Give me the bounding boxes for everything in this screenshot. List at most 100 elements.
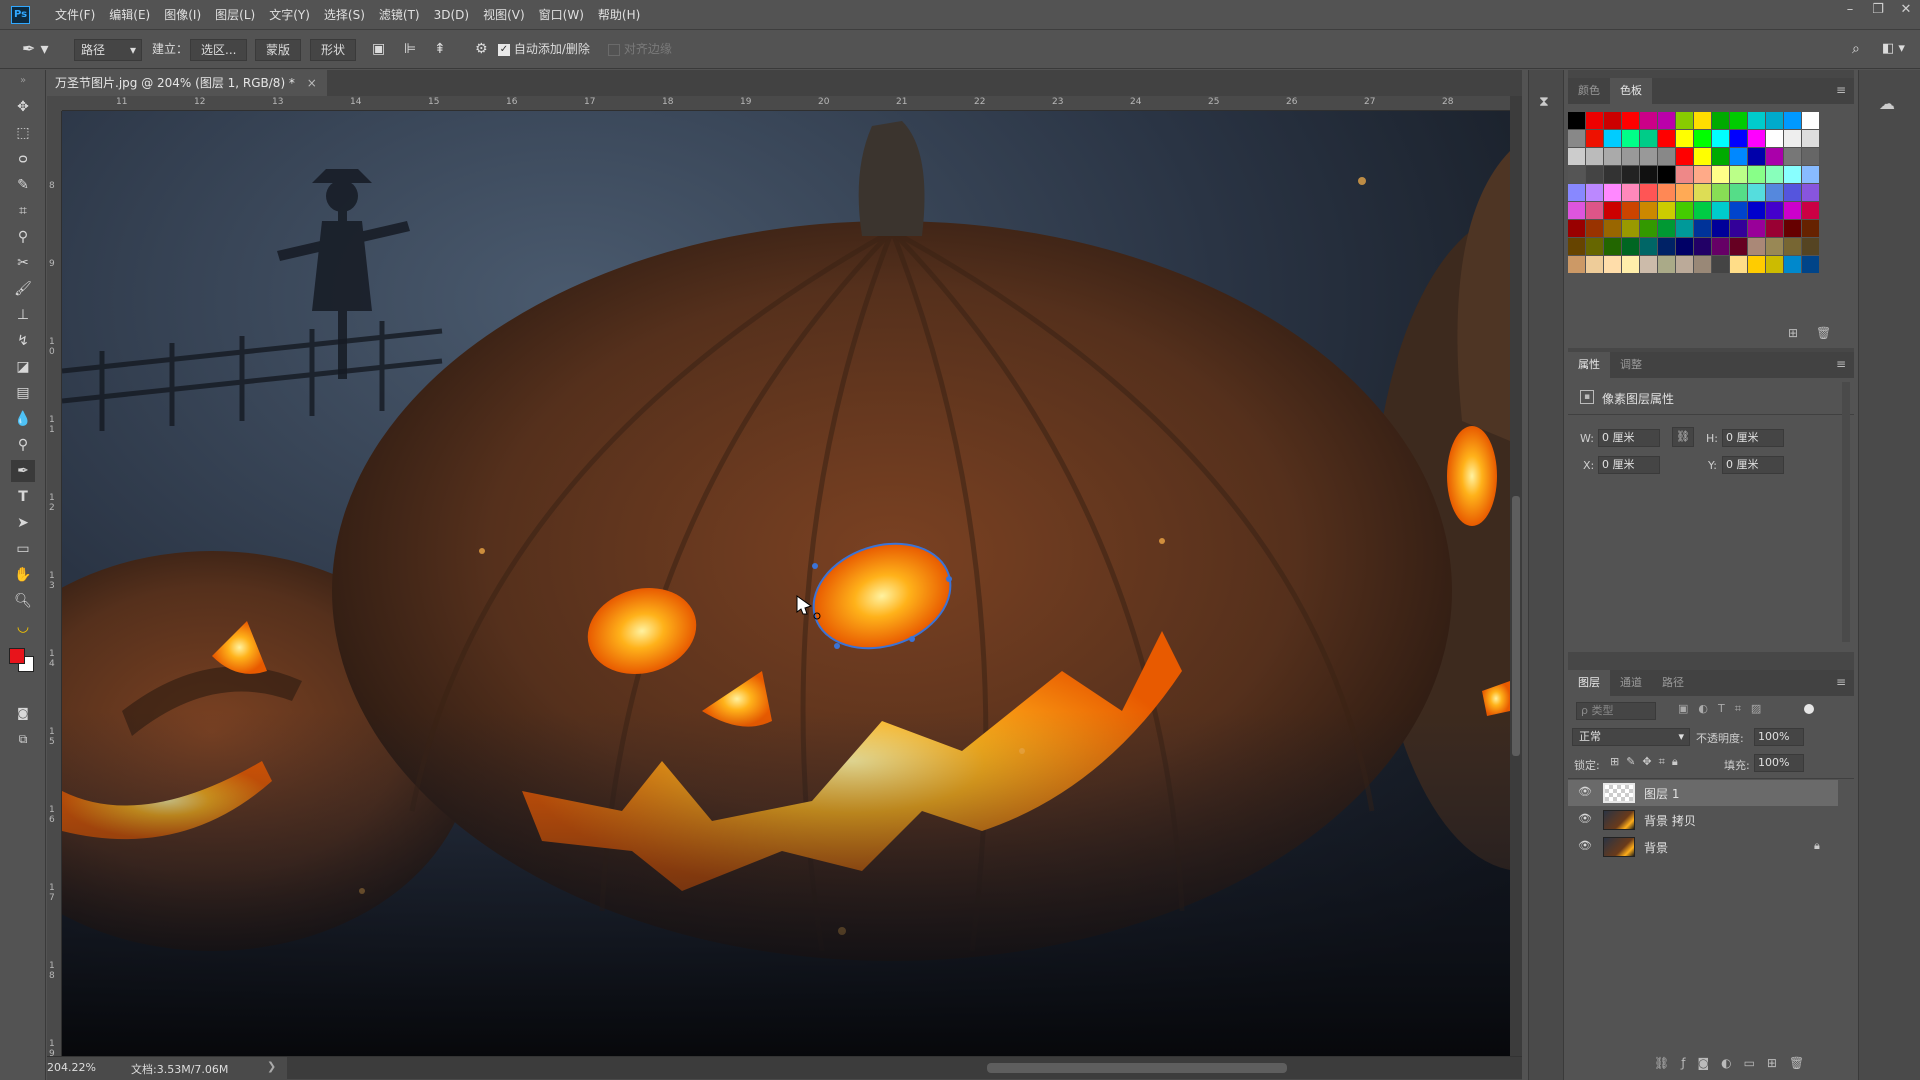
color-swatch[interactable]	[1640, 202, 1657, 219]
search-icon[interactable]: ⌕	[1852, 39, 1860, 61]
color-swatch[interactable]	[1586, 166, 1603, 183]
eyedropper-tool-icon[interactable]: ⚲	[11, 226, 35, 248]
color-swatch[interactable]	[1658, 112, 1675, 129]
color-swatch[interactable]	[1802, 166, 1819, 183]
layer-filter-select[interactable]: ρ 类型	[1576, 702, 1656, 720]
menu-type[interactable]: 文字(Y)	[262, 0, 317, 30]
color-swatch[interactable]	[1730, 220, 1747, 237]
collapse-toolbox-icon[interactable]: »	[11, 70, 35, 92]
close-window-icon[interactable]: ✕	[1892, 0, 1920, 22]
path-arrangement-icon[interactable]: ⇞	[434, 39, 446, 61]
color-swatch[interactable]	[1748, 238, 1765, 255]
menu-help[interactable]: 帮助(H)	[591, 0, 647, 30]
quick-selection-tool-icon[interactable]: ✎	[11, 174, 35, 196]
restore-icon[interactable]: ❐	[1864, 0, 1892, 22]
color-swatch[interactable]	[1676, 256, 1693, 273]
color-swatch[interactable]	[1748, 148, 1765, 165]
color-swatch[interactable]	[1640, 112, 1657, 129]
tab-swatches[interactable]: 色板	[1610, 78, 1652, 104]
color-swatch[interactable]	[1802, 130, 1819, 147]
color-swatch[interactable]	[1712, 238, 1729, 255]
horizontal-scrollbar[interactable]	[287, 1057, 1522, 1079]
color-swatch[interactable]	[1694, 202, 1711, 219]
layer-row-layer1[interactable]: 👁︎ 图层 1	[1568, 780, 1838, 806]
color-swatch[interactable]	[1694, 166, 1711, 183]
layer-filter-icons[interactable]: ▣◐T⌗▨	[1678, 702, 1771, 716]
canvas[interactable]	[62, 111, 1510, 1056]
layers-footer-icons[interactable]: ⛓ƒ◙◐▭⊞🗑︎	[1654, 1056, 1816, 1070]
color-swatch[interactable]	[1694, 238, 1711, 255]
color-swatch[interactable]	[1658, 166, 1675, 183]
zoom-level[interactable]: 204.22%	[47, 1061, 96, 1074]
new-swatch-icon[interactable]: ⊞	[1788, 326, 1798, 340]
gradient-tool-icon[interactable]: ▤	[11, 382, 35, 404]
color-swatch[interactable]	[1568, 202, 1585, 219]
menu-image[interactable]: 图像(I)	[157, 0, 208, 30]
color-swatch[interactable]	[1568, 148, 1585, 165]
color-swatch[interactable]	[1676, 220, 1693, 237]
menu-view[interactable]: 视图(V)	[476, 0, 532, 30]
color-swatch[interactable]	[1784, 112, 1801, 129]
tab-paths[interactable]: 路径	[1652, 670, 1694, 696]
color-swatch[interactable]	[1586, 184, 1603, 201]
auto-add-delete-checkbox[interactable]: ✓ 自动添加/删除	[498, 39, 590, 61]
layer-row-background[interactable]: 👁︎ 背景 🔒︎	[1568, 834, 1838, 860]
screen-mode-icon[interactable]: ⧉	[11, 728, 35, 750]
color-swatch[interactable]	[1694, 220, 1711, 237]
color-swatch[interactable]	[1658, 184, 1675, 201]
delete-swatch-icon[interactable]: 🗑︎	[1816, 326, 1831, 340]
color-swatch[interactable]	[1730, 166, 1747, 183]
panel-menu-icon[interactable]: ≡	[1836, 357, 1846, 371]
color-swatch[interactable]	[1658, 148, 1675, 165]
color-swatch[interactable]	[1802, 202, 1819, 219]
vertical-scroll-thumb[interactable]	[1512, 496, 1520, 756]
color-swatch[interactable]	[1748, 256, 1765, 273]
link-icon[interactable]: ⛓	[1672, 427, 1694, 447]
y-field[interactable]: 0 厘米	[1722, 456, 1784, 474]
color-swatch[interactable]	[1640, 238, 1657, 255]
color-swatch[interactable]	[1802, 220, 1819, 237]
color-swatch[interactable]	[1604, 238, 1621, 255]
color-swatch[interactable]	[1766, 112, 1783, 129]
tab-layers[interactable]: 图层	[1568, 670, 1610, 696]
color-swatch[interactable]	[1784, 184, 1801, 201]
banana-icon[interactable]: ◡	[11, 616, 35, 638]
creative-cloud-icon[interactable]: ☁	[1879, 94, 1895, 113]
ruler-origin[interactable]	[47, 96, 62, 111]
vertical-scrollbar[interactable]	[1510, 96, 1522, 1056]
color-swatch[interactable]	[1766, 256, 1783, 273]
color-swatch[interactable]	[1640, 256, 1657, 273]
color-swatch[interactable]	[1568, 238, 1585, 255]
color-swatch[interactable]	[1730, 202, 1747, 219]
color-swatch[interactable]	[1802, 112, 1819, 129]
menu-window[interactable]: 窗口(W)	[532, 0, 591, 30]
color-swatch[interactable]	[1802, 238, 1819, 255]
menu-filter[interactable]: 滤镜(T)	[372, 0, 427, 30]
color-swatch[interactable]	[1604, 112, 1621, 129]
tab-channels[interactable]: 通道	[1610, 670, 1652, 696]
color-swatch[interactable]	[1586, 130, 1603, 147]
color-swatch[interactable]	[1604, 184, 1621, 201]
status-menu-arrow-icon[interactable]: ❯	[267, 1060, 276, 1073]
color-swatch[interactable]	[1730, 148, 1747, 165]
color-swatch[interactable]	[1640, 184, 1657, 201]
color-swatch[interactable]	[1586, 148, 1603, 165]
color-swatch[interactable]	[1568, 256, 1585, 273]
color-swatch[interactable]	[1640, 148, 1657, 165]
vertical-ruler[interactable]: 891 01 11 21 31 41 51 61 71 81 9	[47, 111, 62, 1059]
marquee-tool-icon[interactable]: ⬚	[11, 122, 35, 144]
menu-layer[interactable]: 图层(L)	[208, 0, 262, 30]
color-swatch[interactable]	[1586, 220, 1603, 237]
color-swatch[interactable]	[1730, 130, 1747, 147]
color-swatch[interactable]	[1766, 238, 1783, 255]
layer-row-background-copy[interactable]: 👁︎ 背景 拷贝	[1568, 807, 1838, 833]
path-alignment-icon[interactable]: ⊫	[404, 39, 416, 61]
color-swatch[interactable]	[1712, 256, 1729, 273]
horizontal-ruler[interactable]: 11 12 13 14 15 16 17 18 19 20 21 22 23 24 25 26 27 28	[62, 96, 1510, 111]
document-tab[interactable]: 万圣节图片.jpg @ 204% (图层 1, RGB/8) * ×	[47, 70, 327, 96]
menu-3d[interactable]: 3D(D)	[427, 0, 476, 30]
tab-adjustments[interactable]: 调整	[1610, 352, 1652, 378]
eraser-tool-icon[interactable]: ◪	[11, 356, 35, 378]
dodge-tool-icon[interactable]: ⚲	[11, 434, 35, 456]
color-swatch[interactable]	[1748, 202, 1765, 219]
